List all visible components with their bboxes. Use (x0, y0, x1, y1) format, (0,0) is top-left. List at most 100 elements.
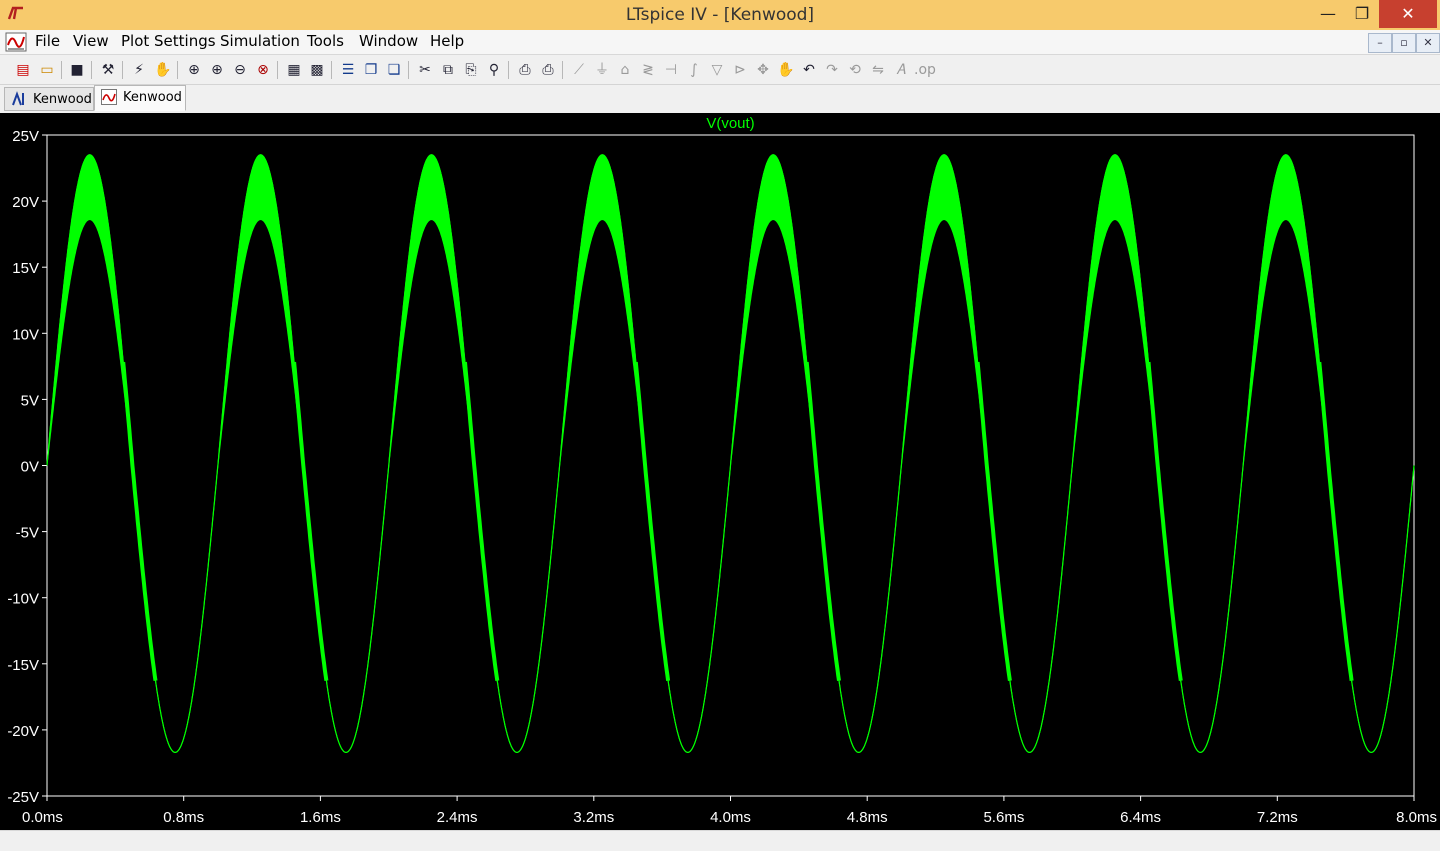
print-preview-icon[interactable]: ⎙ (515, 60, 535, 80)
series-edge-vout (804, 361, 841, 681)
cascade-icon[interactable]: ❐ (361, 60, 381, 80)
autorange-icon[interactable]: ▦ (284, 60, 304, 80)
copy-icon[interactable]: ⧉ (438, 60, 458, 80)
text-icon[interactable]: 𝐴 (891, 60, 911, 80)
menu-view[interactable]: View (73, 32, 109, 50)
mdi-restore-button[interactable]: ▫ (1392, 33, 1416, 53)
y-tick-label: 5V (21, 392, 39, 409)
grid-icon[interactable]: ▩ (307, 60, 327, 80)
x-tick-label: 4.0ms (710, 809, 751, 826)
window-maximize-button[interactable]: ❐ (1340, 0, 1384, 28)
series-band-vout (46, 154, 1415, 753)
y-tick-label: 10V (12, 326, 39, 343)
y-tick-label: 25V (12, 128, 39, 145)
mdi-minimize-button[interactable]: – (1368, 33, 1392, 53)
x-tick-label: 8.0ms (1396, 809, 1437, 826)
menu-help[interactable]: Help (430, 32, 464, 50)
toolbar-separator (331, 61, 332, 79)
capacitor-icon[interactable]: ⊣ (661, 60, 681, 80)
x-tick-label: 7.2ms (1257, 809, 1298, 826)
series-edge-vout (633, 361, 671, 681)
tab-label: Kenwood (123, 90, 182, 105)
tab-schematic-kenwood[interactable]: Kenwood (4, 87, 94, 111)
control-panel-icon[interactable]: ⚒ (98, 60, 118, 80)
x-tick-label: 6.4ms (1120, 809, 1161, 826)
y-tick-label: -5V (16, 525, 39, 542)
toolbar: ▤ ▭ ■ ⚒ ⚡ ✋ ⊕ ⊕ ⊖ ⊗ ▦ ▩ ☰ ❐ ❏ ✂ ⧉ ⎘ ⚲ ⎙ … (0, 56, 1440, 85)
series-edge-vout (463, 361, 500, 681)
tab-waveform-kenwood[interactable]: Kenwood (94, 85, 186, 111)
zoom-area-icon[interactable]: ⊕ (184, 60, 204, 80)
series-edge-vout (1317, 361, 1354, 681)
schematic-icon (12, 91, 24, 106)
diode-icon[interactable]: ▽ (707, 60, 727, 80)
waveform-plot-pane[interactable]: V(vout) 25V 20V 15V 10V 5V 0V -5V -10V -15V -20V -2… (0, 113, 1440, 830)
menu-window[interactable]: Window (359, 32, 418, 50)
window-close-button[interactable]: ✕ (1379, 0, 1437, 28)
toolbar-separator (562, 61, 563, 79)
zoom-fit-icon[interactable]: ⊗ (253, 60, 273, 80)
menu-bar: File View Plot Settings Simulation Tools… (0, 30, 1440, 55)
waveform-chart[interactable]: V(vout) 25V 20V 15V 10V 5V 0V -5V -10V -15V -20V -2… (0, 113, 1440, 830)
print-icon[interactable]: ⎙ (538, 60, 558, 80)
toolbar-separator (61, 61, 62, 79)
y-tick-label: 15V (12, 260, 39, 277)
menu-tools[interactable]: Tools (307, 32, 344, 50)
halt-icon[interactable]: ✋ (153, 60, 173, 80)
x-tick-label: 0.0ms (22, 809, 63, 826)
resistor-icon[interactable]: ≷ (638, 60, 658, 80)
cut-icon[interactable]: ✂ (415, 60, 435, 80)
tile-vertical-icon[interactable]: ❏ (384, 60, 404, 80)
x-tick-label: 1.6ms (300, 809, 341, 826)
waveform-icon (101, 89, 117, 105)
menu-simulation[interactable]: Simulation (220, 32, 300, 50)
component-icon[interactable]: ⊳ (730, 60, 750, 80)
spice-directive-icon[interactable]: .op (914, 60, 936, 80)
toolbar-separator (177, 61, 178, 79)
toolbar-separator (277, 61, 278, 79)
undo-icon[interactable]: ↶ (799, 60, 819, 80)
find-icon[interactable]: ⚲ (484, 60, 504, 80)
menu-plot-settings[interactable]: Plot Settings (121, 32, 216, 50)
y-tick-label: 0V (21, 459, 39, 476)
label-net-icon[interactable]: ⌂ (615, 60, 635, 80)
x-tick-label: 3.2ms (573, 809, 614, 826)
mdi-close-button[interactable]: ✕ (1416, 33, 1440, 53)
series-edge-vout (121, 361, 158, 681)
y-tick-label: -20V (7, 723, 39, 740)
y-tick-label: 20V (12, 194, 39, 211)
x-tick-label: 0.8ms (163, 809, 204, 826)
rotate-icon[interactable]: ⟲ (845, 60, 865, 80)
tile-horizontal-icon[interactable]: ☰ (338, 60, 358, 80)
y-tick-label: -10V (7, 591, 39, 608)
waveform-document-icon[interactable] (4, 31, 28, 53)
redo-icon[interactable]: ↷ (822, 60, 842, 80)
toolbar-separator (408, 61, 409, 79)
wire-icon[interactable]: ⟋ (569, 60, 589, 80)
mirror-icon[interactable]: ⇋ (868, 60, 888, 80)
move-icon[interactable]: ✥ (753, 60, 773, 80)
zoom-out-icon[interactable]: ⊖ (230, 60, 250, 80)
tab-label: Kenwood (33, 92, 92, 107)
y-tick-label: -15V (7, 657, 39, 674)
run-icon[interactable]: ⚡ (129, 60, 149, 80)
new-schematic-icon[interactable]: ▤ (13, 60, 33, 80)
open-icon[interactable]: ▭ (37, 60, 57, 80)
toolbar-separator (122, 61, 123, 79)
title-bar: LTspice IV - [Kenwood] — ❐ ✕ (0, 0, 1440, 30)
drag-icon[interactable]: ✋ (776, 60, 796, 80)
document-tab-bar: Kenwood Kenwood (0, 85, 1440, 112)
zoom-in-icon[interactable]: ⊕ (207, 60, 227, 80)
save-icon[interactable]: ■ (67, 60, 87, 80)
menu-file[interactable]: File (35, 32, 60, 50)
toolbar-separator (508, 61, 509, 79)
trace-label: V(vout) (706, 115, 754, 132)
series-edge-vout (975, 361, 1012, 681)
series-line-vout (46, 154, 1415, 753)
ground-icon[interactable]: ⏚ (592, 60, 612, 80)
x-tick-label: 5.6ms (983, 809, 1024, 826)
y-tick-label: -25V (7, 789, 39, 806)
inductor-icon[interactable]: ∫ (684, 60, 704, 80)
paste-icon[interactable]: ⎘ (461, 60, 481, 80)
status-bar (0, 830, 1440, 851)
